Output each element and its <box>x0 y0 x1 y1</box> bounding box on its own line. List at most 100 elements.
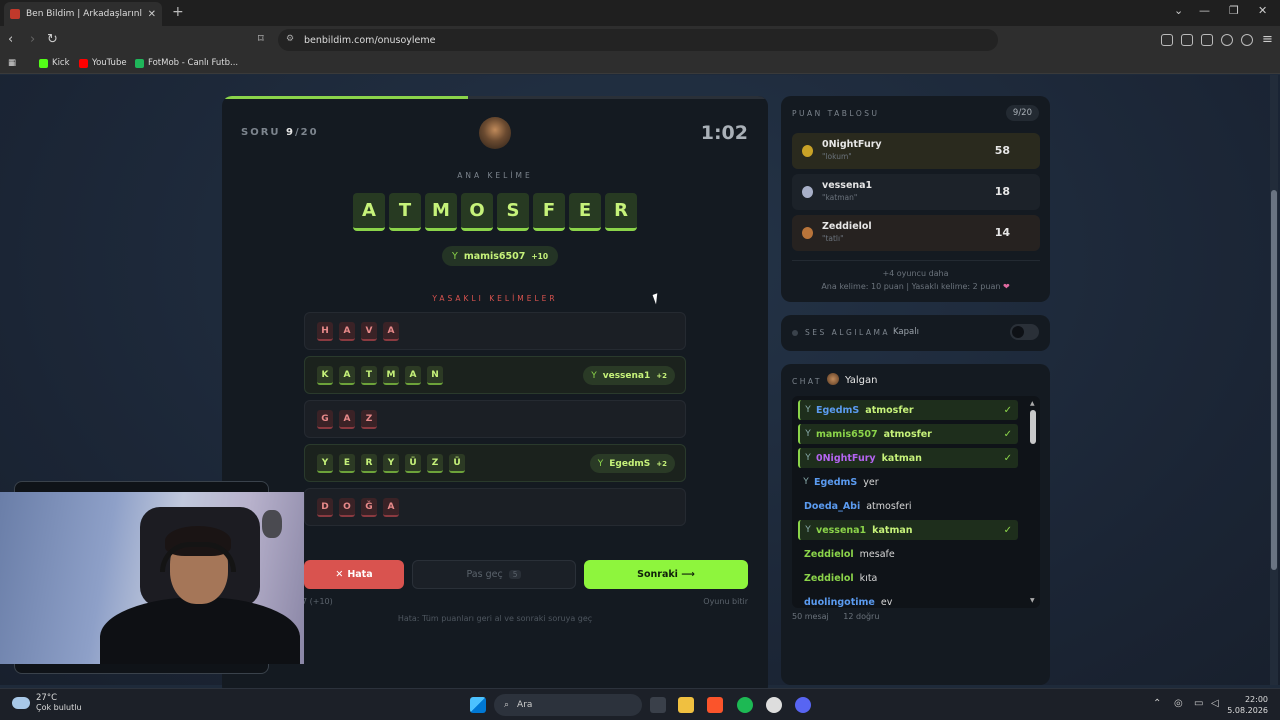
tray-expand-icon[interactable]: ⌃ <box>1153 698 1161 709</box>
app-icon[interactable] <box>766 697 782 713</box>
points-summary: 7 (+10) <box>302 597 333 606</box>
soru-total: /20 <box>294 127 319 138</box>
browser-tab[interactable]: Ben Bildim | Arkadaşlarınla Onlin ✕ <box>4 2 162 26</box>
bookmark-kick[interactable]: Kick <box>39 58 70 68</box>
extensions-icon[interactable] <box>1161 34 1173 46</box>
weather-desc: Çok bulutlu <box>36 703 82 712</box>
chat-text: atmosferi <box>866 500 912 512</box>
progress-fill <box>222 96 468 99</box>
voice-label: SES ALGILAMA <box>805 328 891 337</box>
search-label: Ara <box>517 700 533 710</box>
close-window-button[interactable]: ✕ <box>1258 4 1267 17</box>
scroll-up-icon[interactable]: ▲ <box>1030 400 1035 407</box>
clock[interactable]: 22:00 5.08.2026 <box>1227 694 1268 716</box>
chat-username: Doeda_Abi <box>804 500 861 512</box>
chat-username: 0NightFury <box>816 452 876 464</box>
chat-username: Zeddielol <box>804 548 854 560</box>
spotify-icon[interactable] <box>737 697 753 713</box>
sidebar-icon[interactable] <box>1181 34 1193 46</box>
forbidden-word-row: DOĞA <box>304 488 686 526</box>
menu-icon[interactable]: ≡ <box>1262 32 1273 47</box>
forbidden-word: YERYÜZÜ <box>317 454 465 473</box>
chat-message: Zeddielol mesafe <box>798 544 1018 564</box>
minimize-button[interactable]: — <box>1199 4 1210 17</box>
apps-grid-icon[interactable]: ▦ <box>8 58 16 68</box>
player-name: 0NightFury <box>822 139 882 150</box>
forbidden-letter: A <box>339 322 355 341</box>
forbidden-letter: E <box>339 454 355 473</box>
player-score: 14 <box>994 226 1010 239</box>
site-info-icon[interactable]: ⚙ <box>286 34 294 44</box>
error-button[interactable]: ✕ Hata <box>304 560 404 589</box>
forbidden-word: KATMAN <box>317 366 443 385</box>
scoreboard-title: PUAN TABLOSU <box>792 109 880 118</box>
file-explorer-icon[interactable] <box>678 697 694 713</box>
forbidden-letter: Z <box>427 454 443 473</box>
chat-username: vessena1 <box>816 524 867 536</box>
skip-button[interactable]: Pas geç 5 <box>412 560 576 589</box>
forbidden-letter: Ü <box>449 454 465 473</box>
weather-widget[interactable]: 27°C Çok bulutlu <box>12 693 82 712</box>
volume-icon[interactable]: ◁ <box>1211 698 1219 709</box>
end-game-link[interactable]: Oyunu bitir <box>703 597 748 606</box>
chat-message: duolingotime ev <box>798 592 1018 608</box>
forbidden-letter: Y <box>383 454 399 473</box>
main-word-letter: F <box>533 193 565 231</box>
chat-scrollbar[interactable]: ▲ ▼ <box>1030 400 1036 604</box>
chat-text: katman <box>881 452 922 464</box>
chat-messages[interactable]: Y EgedmS atmosfer ✓ Ymamis6507 atmosfer ✓ Y 0Nig… <box>792 396 1040 608</box>
tab-list-icon[interactable]: ⌄ <box>1174 4 1183 17</box>
bookmark-icon[interactable]: ⌑ <box>258 32 264 45</box>
new-tab-button[interactable]: + <box>172 4 184 20</box>
player-word: "lokum" <box>822 152 852 161</box>
forward-icon[interactable]: › <box>30 32 35 47</box>
page-scrollbar[interactable] <box>1270 75 1278 685</box>
reload-icon[interactable]: ↻ <box>47 32 58 47</box>
main-word-letter: E <box>569 193 601 231</box>
brave-browser-icon[interactable] <box>707 697 723 713</box>
main-word-label: ANA KELİME <box>457 171 533 180</box>
guess-icon: Y <box>803 477 809 487</box>
bookmark-youtube[interactable]: YouTube <box>79 58 127 68</box>
url-text: benbildim.com/onusoyleme <box>304 34 436 46</box>
wallet-icon[interactable] <box>1201 34 1213 46</box>
vpn-icon[interactable] <box>1241 34 1253 46</box>
chat-message: Y 0NightFury katman ✓ <box>798 448 1018 468</box>
display-icon[interactable]: ▭ <box>1194 698 1203 709</box>
bronze-medal-icon <box>802 227 813 239</box>
score-row: vessena1 "katman" 18 <box>792 174 1040 210</box>
voice-detection-panel: SES ALGILAMA Kapalı <box>781 315 1050 351</box>
chat-text: ev <box>880 596 893 608</box>
leo-ai-icon[interactable] <box>1221 34 1233 46</box>
chat-user: Yalgan <box>845 375 878 386</box>
forbidden-letter: D <box>317 498 333 517</box>
player-word: "katman" <box>822 193 858 202</box>
main-word-letter: A <box>353 193 385 231</box>
site-favicon-icon <box>10 9 20 19</box>
guess-icon: Y <box>805 453 811 463</box>
main-word-guesser: Y mamis6507 +10 <box>442 246 559 266</box>
scrollbar-thumb[interactable] <box>1271 190 1277 570</box>
windows-start-icon[interactable] <box>470 697 486 713</box>
chat-scroll-thumb[interactable] <box>1030 410 1036 444</box>
bookmark-fotmob[interactable]: FotMob - Canlı Futb... <box>135 58 238 68</box>
task-view-icon[interactable] <box>650 697 666 713</box>
forbidden-word: HAVA <box>317 322 399 341</box>
scroll-down-icon[interactable]: ▼ <box>1030 597 1035 604</box>
forbidden-letter: A <box>405 366 421 385</box>
main-word-letter: O <box>461 193 493 231</box>
microphone-icon[interactable]: ◎ <box>1174 698 1183 709</box>
close-tab-icon[interactable]: ✕ <box>148 9 156 20</box>
taskbar-search[interactable]: ⌕ Ara <box>494 694 642 716</box>
url-field[interactable]: ⚙ benbildim.com/onusoyleme <box>278 29 998 51</box>
back-icon[interactable]: ‹ <box>8 32 13 47</box>
guess-icon: Y <box>805 429 811 439</box>
gold-medal-icon <box>802 145 813 157</box>
next-button[interactable]: Sonraki ⟶ <box>584 560 748 589</box>
discord-icon[interactable] <box>795 697 811 713</box>
forbidden-word: GAZ <box>317 410 377 429</box>
maximize-button[interactable]: ❐ <box>1229 4 1239 17</box>
more-players[interactable]: +4 oyuncu daha <box>781 269 1050 278</box>
voice-toggle[interactable] <box>1010 324 1039 340</box>
player-name: vessena1 <box>822 180 873 191</box>
